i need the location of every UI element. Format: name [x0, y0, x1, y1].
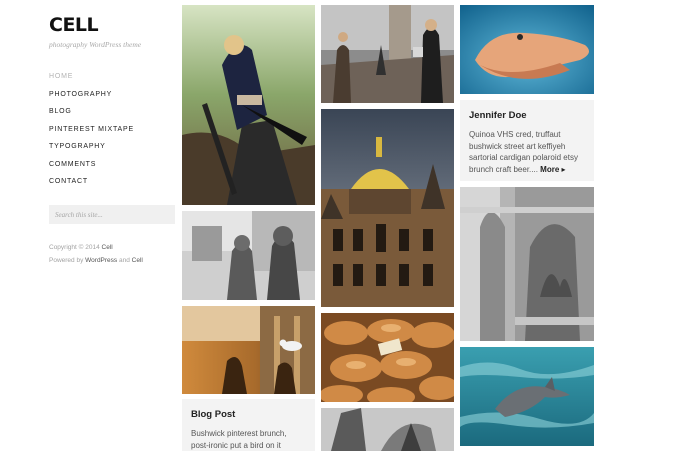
site-tagline: photography WordPress theme — [49, 40, 142, 49]
wordpress-link[interactable]: WordPress — [85, 257, 117, 264]
nav-item-home[interactable]: HOME — [49, 72, 134, 90]
jennifer-doe-title[interactable]: Jennifer Doe — [469, 110, 585, 121]
main-nav: HOME PHOTOGRAPHY BLOG PINTEREST MIXTAPE … — [49, 72, 134, 195]
powered-prefix: Powered by — [49, 257, 84, 264]
footer-powered: Powered by WordPress and Cell — [49, 257, 143, 264]
nav-item-pinterest-mixtape[interactable]: PINTEREST MIXTAPE — [49, 125, 134, 143]
site-title[interactable]: CELL — [49, 14, 99, 36]
photo-sword-girl[interactable] — [182, 5, 315, 205]
blog-post-excerpt: Bushwick pinterest brunch, post-ironic p… — [191, 429, 287, 450]
blog-post-title[interactable]: Blog Post — [191, 409, 306, 420]
nav-item-contact[interactable]: CONTACT — [49, 177, 134, 195]
photo-arc-de-triomphe[interactable] — [460, 187, 594, 341]
photo-statues[interactable] — [182, 211, 315, 300]
photo-golden-dome[interactable] — [321, 109, 454, 307]
photo-street-people[interactable] — [321, 5, 454, 103]
photo-arch-detail[interactable] — [321, 408, 454, 451]
nav-item-comments[interactable]: COMMENTS — [49, 160, 134, 178]
powered-and: and — [118, 257, 130, 264]
photo-bread[interactable] — [321, 313, 454, 402]
nav-item-blog[interactable]: BLOG — [49, 107, 134, 125]
theme-link[interactable]: Cell — [132, 257, 143, 264]
card-jennifer-doe[interactable]: Jennifer Doe Quinoa VHS cred, truffaut b… — [460, 100, 594, 181]
search-input[interactable] — [49, 205, 175, 224]
jennifer-doe-excerpt: Quinoa VHS cred, truffaut bushwick stree… — [469, 129, 585, 175]
photo-stingray[interactable] — [460, 5, 594, 94]
nav-item-typography[interactable]: TYPOGRAPHY — [49, 142, 134, 160]
nav-item-photography[interactable]: PHOTOGRAPHY — [49, 90, 134, 108]
photo-dolphin[interactable] — [460, 347, 594, 446]
more-link[interactable]: More ▸ — [540, 165, 565, 174]
page: CELL photography WordPress theme HOME PH… — [0, 0, 700, 451]
card-blog-post[interactable]: Blog Post Bushwick pinterest brunch, pos… — [182, 399, 315, 451]
photo-autumn-bird[interactable] — [182, 306, 315, 394]
copyright-link[interactable]: Cell — [102, 244, 113, 251]
copyright-text: Copyright © 2014 — [49, 244, 100, 251]
footer-copyright: Copyright © 2014 Cell — [49, 244, 113, 251]
